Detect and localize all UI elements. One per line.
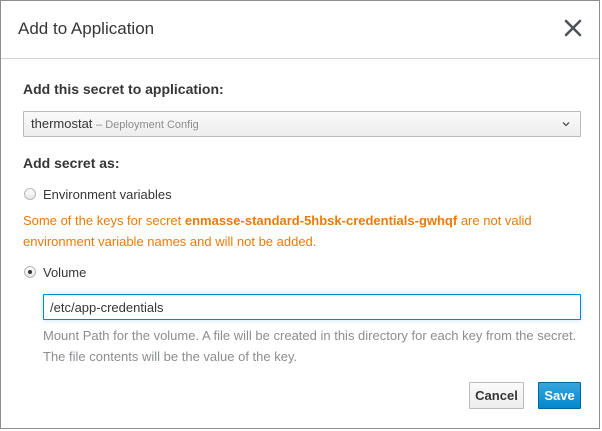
dialog-header: Add to Application	[1, 1, 599, 59]
warning-secret-name: enmasse-standard-5hbsk-credentials-gwhqf	[184, 213, 458, 228]
close-button[interactable]	[562, 17, 584, 39]
application-select[interactable]: thermostat – Deployment Config	[23, 111, 581, 137]
application-name: thermostat	[31, 116, 93, 131]
warning-prefix: Some of the keys for secret	[23, 213, 185, 228]
application-label: Add this secret to application:	[23, 81, 224, 97]
radio-selected-dot	[28, 270, 32, 274]
save-button[interactable]: Save	[538, 382, 581, 409]
mount-path-help-text: Mount Path for the volume. A file will b…	[43, 328, 577, 364]
close-icon	[564, 19, 582, 37]
warning-message: Some of the keys for secret enmasse-stan…	[23, 210, 583, 252]
cancel-button[interactable]: Cancel	[469, 382, 524, 409]
radio-label-volume: Volume	[43, 265, 87, 280]
chevron-down-icon	[562, 122, 570, 127]
application-select-value: thermostat – Deployment Config	[31, 116, 199, 131]
application-kind: – Deployment Config	[96, 119, 199, 131]
add-to-application-dialog: Add to Application Add this secret to ap…	[0, 0, 600, 429]
add-secret-as-label: Add secret as:	[23, 155, 120, 171]
dialog-title: Add to Application	[18, 19, 155, 38]
radio-button[interactable]	[24, 266, 36, 278]
radio-label-environment-variables: Environment variables	[43, 187, 172, 202]
mount-path-input[interactable]	[43, 294, 581, 320]
radio-button[interactable]	[24, 188, 36, 200]
